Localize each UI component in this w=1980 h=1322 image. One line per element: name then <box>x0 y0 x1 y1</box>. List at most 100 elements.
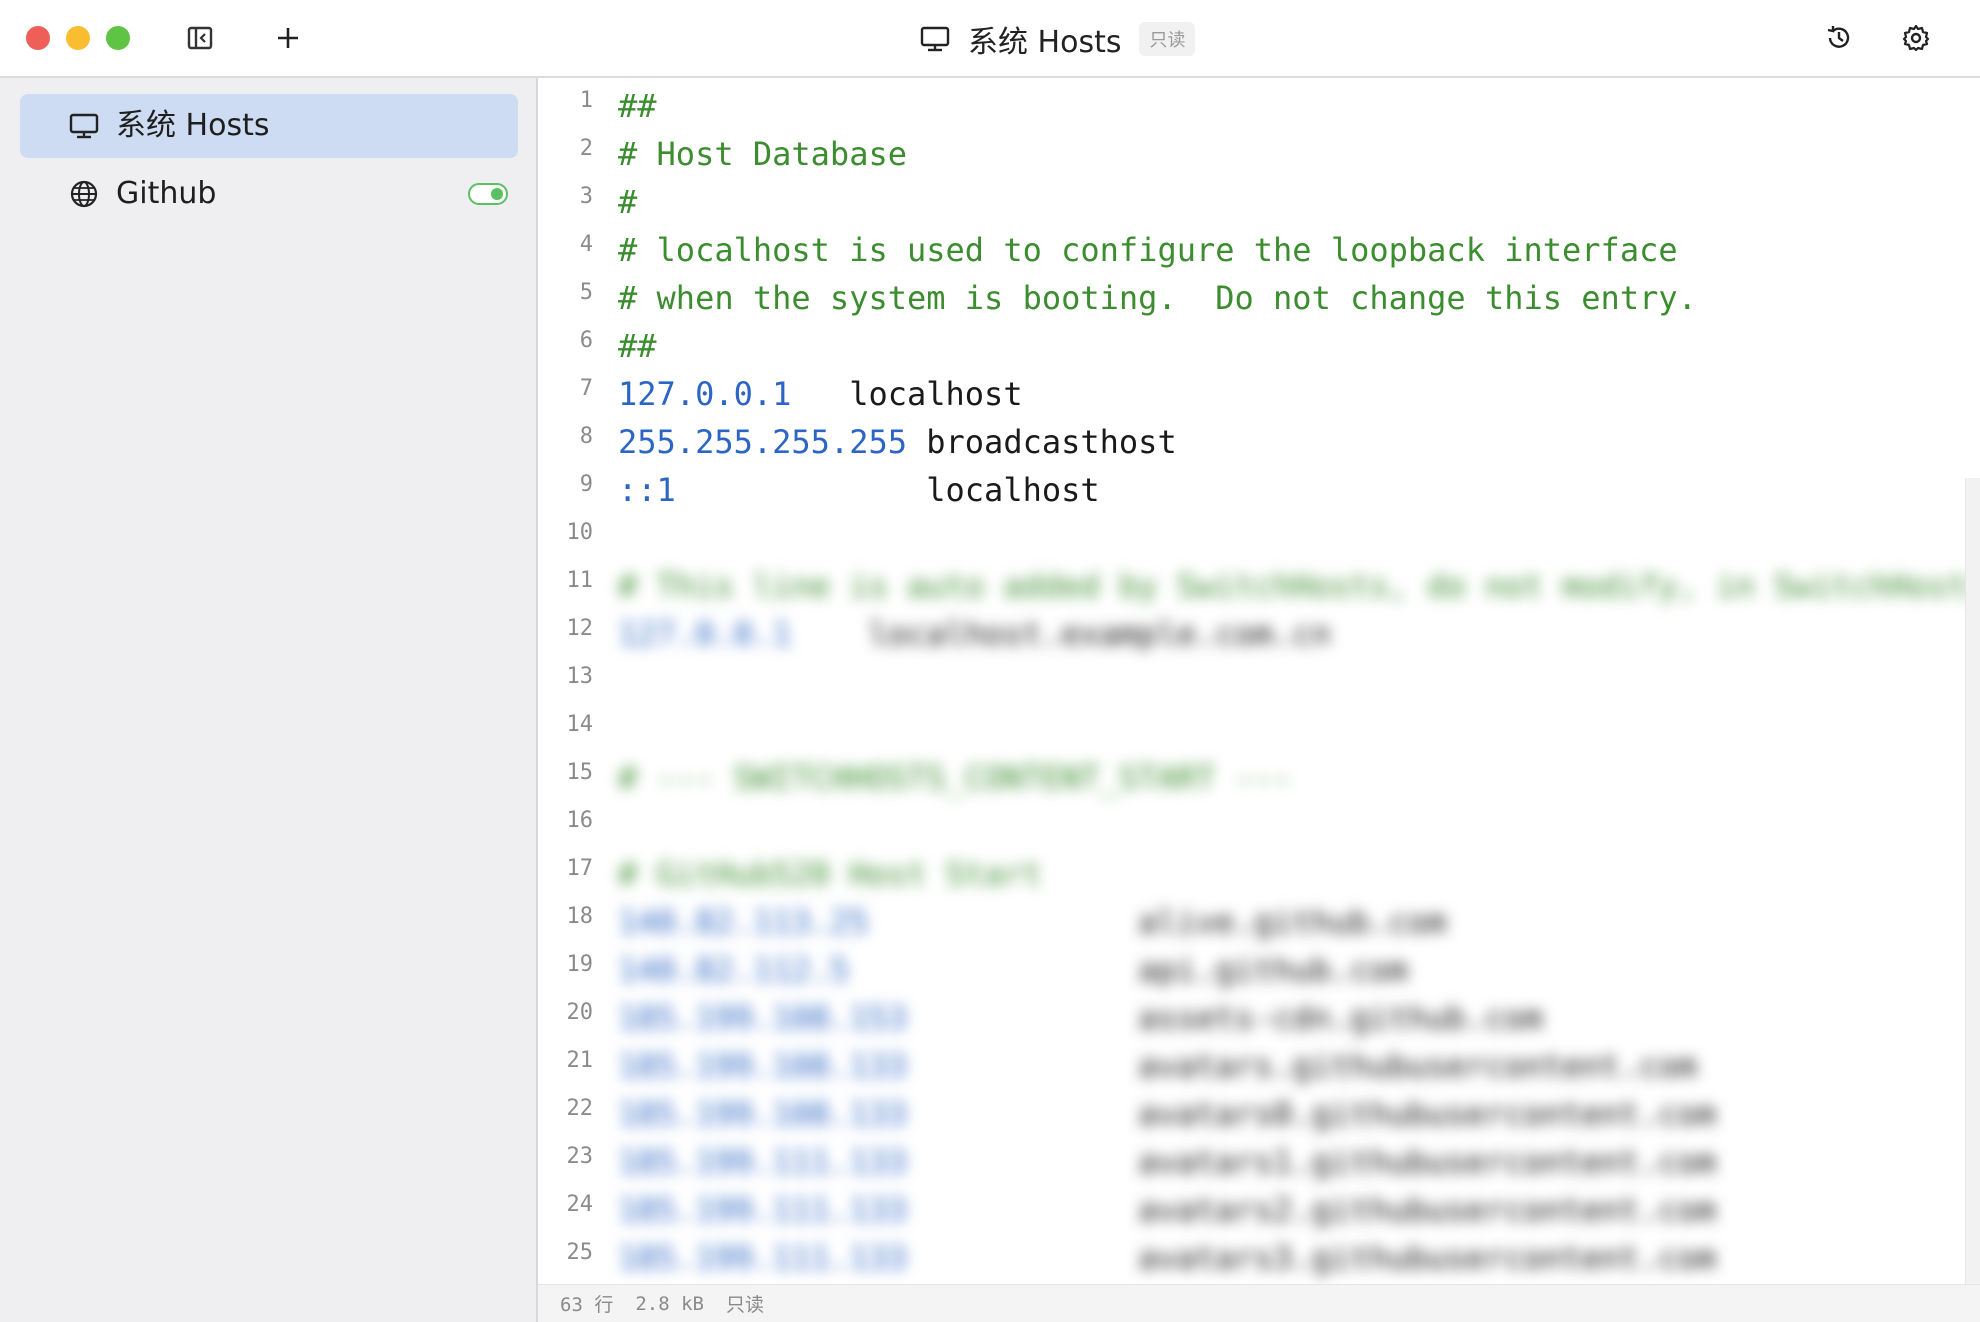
window-title: 系统 Hosts <box>968 25 1122 60</box>
line-content: ## <box>618 322 657 370</box>
line-content: 185.199.108.133 avatars.githubuserconten… <box>618 1042 1697 1090</box>
file-size: 2.8 kB <box>635 1292 704 1315</box>
code-line: 7 127.0.0.1 localhost <box>538 370 1980 418</box>
maximize-window-button[interactable] <box>106 26 130 50</box>
editor-scrollbar[interactable] <box>1965 478 1980 1284</box>
code-line: 20 185.199.108.153 assets-cdn.github.com <box>538 994 1980 1042</box>
line-number: 22 <box>566 1096 594 1121</box>
line-content: 127.0.0.1 localhost.example.com.cn <box>618 610 1331 658</box>
line-number: 16 <box>566 808 594 833</box>
history-button[interactable] <box>1821 20 1857 56</box>
line-content: 185.199.111.133 avatars1.githubuserconte… <box>618 1138 1716 1186</box>
line-content: # Host Database <box>618 130 907 178</box>
line-count: 63 行 <box>560 1294 614 1316</box>
code-line: 16 <box>538 802 1980 850</box>
code-editor[interactable]: 1 ## 2 # Host Database 3 # 4 # localhost is use… <box>538 78 1980 1284</box>
line-number: 10 <box>566 520 594 545</box>
app-window: 系统 Hosts 只读 系统 Hosts Github 1 ## 2 # Hos… <box>0 0 1980 1322</box>
hostname: avatars0.githubusercontent.com <box>906 1095 1717 1133</box>
line-content: 255.255.255.255 broadcasthost <box>618 418 1177 466</box>
hostname: avatars.githubusercontent.com <box>906 1047 1697 1085</box>
line-number: 13 <box>566 664 594 689</box>
line-number: 1 <box>579 88 593 113</box>
close-window-button[interactable] <box>26 26 50 50</box>
line-number: 14 <box>566 712 594 737</box>
read-only-badge: 只读 <box>1139 22 1196 56</box>
line-number: 11 <box>566 568 594 593</box>
hostname: localhost.example.com.cn <box>791 615 1331 653</box>
add-hosts-button[interactable] <box>270 20 306 56</box>
plus-icon <box>278 28 298 48</box>
code-line: 5 # when the system is booting. Do not ch… <box>538 274 1980 322</box>
ip-address: 140.82.112.5 <box>618 951 850 989</box>
code-line: 18 140.82.113.25 alive.github.com <box>538 898 1980 946</box>
sidebar-toggle-button[interactable] <box>182 20 218 56</box>
line-number: 17 <box>566 856 594 881</box>
settings-button[interactable] <box>1898 20 1934 56</box>
line-content: 140.82.112.5 api.github.com <box>618 946 1408 994</box>
code-line: 8 255.255.255.255 broadcasthost <box>538 418 1980 466</box>
minimize-window-button[interactable] <box>66 26 90 50</box>
code-line: 24 185.199.111.133 avatars2.githubusercon… <box>538 1186 1980 1234</box>
hostname: assets-cdn.github.com <box>906 999 1543 1037</box>
hostname: api.github.com <box>849 951 1408 989</box>
line-content: 140.82.113.25 alive.github.com <box>618 898 1446 946</box>
ip-address: 255.255.255.255 <box>618 423 907 461</box>
code-line: 13 <box>538 658 1980 706</box>
line-number: 12 <box>566 616 594 641</box>
line-content: 185.199.108.153 assets-cdn.github.com <box>618 994 1543 1042</box>
comment-text: # when the system is booting. Do not cha… <box>618 279 1697 317</box>
code-line: 9::1 localhost <box>538 466 1980 514</box>
ip-address: 185.199.108.153 <box>618 999 907 1037</box>
code-line: 4 # localhost is used to configure the lo… <box>538 226 1980 274</box>
ip-address: 127.0.0.1 <box>618 615 792 653</box>
line-number: 2 <box>579 136 593 161</box>
line-content: ## <box>618 82 657 130</box>
code-line: 23 185.199.111.133 avatars1.githubusercon… <box>538 1138 1980 1186</box>
github-enable-toggle[interactable] <box>468 183 508 205</box>
code-line: 19 140.82.112.5 api.github.com <box>538 946 1980 994</box>
comment-text: # This line is auto added by SwitchHosts… <box>618 567 1980 605</box>
code-line: 6 ## <box>538 322 1980 370</box>
sidebar-item-github[interactable]: Github <box>20 162 518 226</box>
line-content: # when the system is booting. Do not cha… <box>618 274 1697 322</box>
code-line: 14 <box>538 706 1980 754</box>
ip-address: 185.199.111.133 <box>618 1191 907 1229</box>
code-line: 1 ## <box>538 82 1980 130</box>
line-number: 3 <box>579 184 593 209</box>
comment-text: ## <box>618 327 657 365</box>
ip-address: 185.199.111.133 <box>618 1239 907 1277</box>
code-line: 2 # Host Database <box>538 130 1980 178</box>
toggle-knob <box>491 188 503 200</box>
comment-text: # GitHub520 Host Start <box>618 855 1042 893</box>
line-number: 18 <box>566 904 594 929</box>
code-line: 12 127.0.0.1 localhost.example.com.cn <box>538 610 1980 658</box>
hostname: avatars1.githubusercontent.com <box>906 1143 1717 1181</box>
monitor-icon <box>920 24 950 54</box>
sidebar-item-system-hosts[interactable]: 系统 Hosts <box>20 94 518 158</box>
line-number: 7 <box>579 376 593 401</box>
code-line: 25 185.199.111.133 avatars3.githubusercon… <box>538 1234 1980 1282</box>
ip-address: ::1 <box>618 471 676 509</box>
line-content: # GitHub520 Host Start <box>618 850 1042 898</box>
ip-address: 185.199.108.133 <box>618 1095 907 1133</box>
line-number: 21 <box>566 1048 594 1073</box>
globe-icon <box>68 178 100 210</box>
comment-text: # localhost is used to configure the loo… <box>618 231 1678 269</box>
title-bar: 系统 Hosts 只读 <box>0 0 1980 78</box>
code-line: 3 # <box>538 178 1980 226</box>
line-number: 4 <box>579 232 593 257</box>
comment-text: # --- SWITCHHOSTS_CONTENT_START --- <box>618 759 1293 797</box>
hostname: localhost <box>791 375 1023 413</box>
sidebar: 系统 Hosts Github <box>0 78 538 1322</box>
status-bar: 63 行 2.8 kB 只读 <box>538 1284 1980 1322</box>
line-content: 185.199.111.133 avatars2.githubuserconte… <box>618 1186 1716 1234</box>
code-line: 15 # --- SWITCHHOSTS_CONTENT_START --- <box>538 754 1980 802</box>
sidebar-toggle-icon <box>187 26 213 50</box>
line-number: 9 <box>579 472 593 497</box>
line-content: 127.0.0.1 localhost <box>618 370 1023 418</box>
window-title-group: 系统 Hosts 只读 <box>920 18 1196 60</box>
code-line: 11 # This line is auto added by SwitchHos… <box>538 562 1980 610</box>
history-icon <box>1827 26 1850 48</box>
line-content: # --- SWITCHHOSTS_CONTENT_START --- <box>618 754 1292 802</box>
